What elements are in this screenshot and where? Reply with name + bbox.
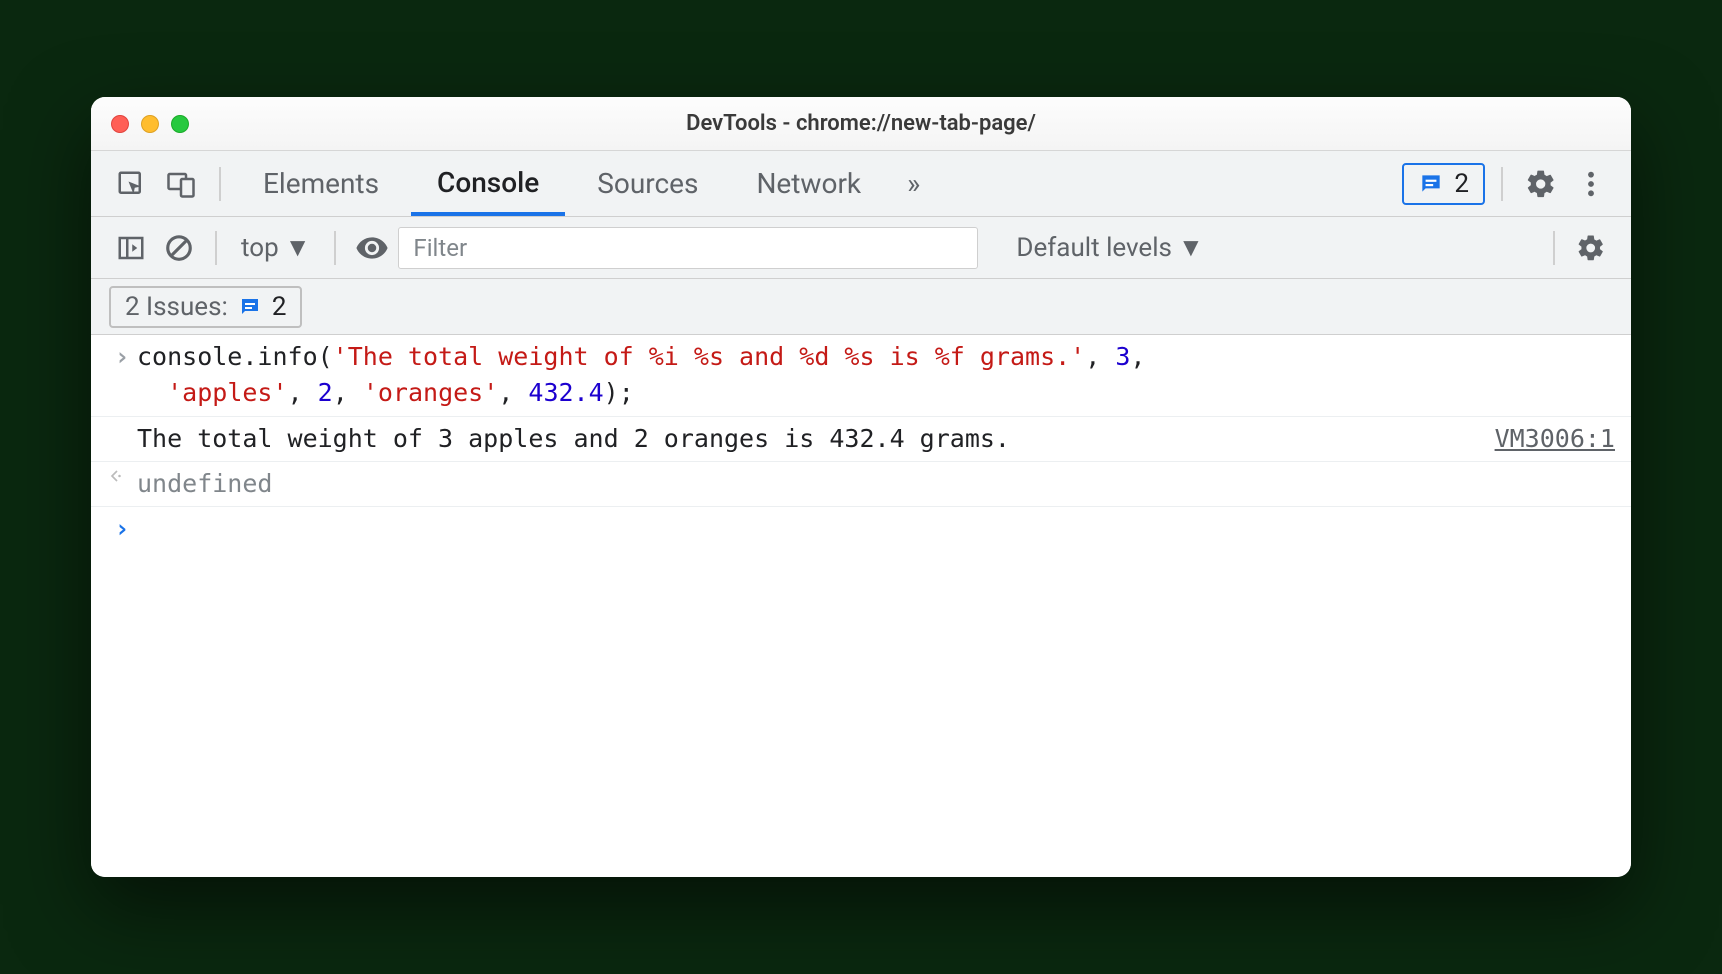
tabs-overflow-button[interactable]: » — [893, 153, 934, 215]
divider — [215, 231, 217, 265]
tab-elements[interactable]: Elements — [237, 153, 405, 215]
console-output: › console.info('The total weight of %i %… — [91, 335, 1631, 877]
toggle-sidebar-icon[interactable] — [109, 226, 153, 270]
divider — [334, 231, 336, 265]
issues-bar: 2 Issues: 2 — [91, 279, 1631, 335]
prompt-chevron-icon: › — [107, 511, 137, 547]
issues-summary[interactable]: 2 Issues: 2 — [109, 286, 302, 328]
execution-context-selector[interactable]: top ▼ — [231, 232, 320, 263]
levels-label: Default levels — [1016, 233, 1172, 263]
console-prompt[interactable]: › — [91, 507, 1631, 551]
settings-icon[interactable] — [1519, 162, 1563, 206]
issues-icon — [1418, 171, 1444, 197]
console-input-echo: › console.info('The total weight of %i %… — [91, 335, 1631, 417]
chevron-down-icon: ▼ — [1178, 232, 1204, 263]
return-arrow-icon — [107, 466, 137, 502]
divider — [219, 167, 221, 201]
console-settings-icon[interactable] — [1569, 226, 1613, 270]
zoom-window-button[interactable] — [171, 115, 189, 133]
close-window-button[interactable] — [111, 115, 129, 133]
return-value: undefined — [137, 466, 1615, 502]
console-toolbar: top ▼ Filter Default levels ▼ — [91, 217, 1631, 279]
filter-placeholder: Filter — [413, 234, 467, 262]
inspect-element-icon[interactable] — [109, 162, 153, 206]
issues-icon — [238, 295, 262, 319]
console-log-message: · The total weight of 3 apples and 2 ora… — [91, 417, 1631, 462]
divider — [1553, 231, 1555, 265]
devtools-window: DevTools - chrome://new-tab-page/ Elemen… — [91, 97, 1631, 877]
issues-counter[interactable]: 2 — [1402, 163, 1485, 205]
clear-console-icon[interactable] — [157, 226, 201, 270]
issues-label: 2 Issues: — [125, 292, 228, 322]
tab-network[interactable]: Network — [730, 153, 887, 215]
console-input-line[interactable] — [137, 511, 1615, 547]
input-chevron-icon: › — [107, 339, 137, 412]
console-input-code: console.info('The total weight of %i %s … — [137, 339, 1615, 412]
filter-input[interactable]: Filter — [398, 227, 978, 269]
window-title: DevTools - chrome://new-tab-page/ — [91, 111, 1631, 136]
issues-bar-count: 2 — [272, 292, 287, 322]
panel-tabs: Elements Console Sources Network » 2 — [91, 151, 1631, 217]
divider — [1501, 167, 1503, 201]
tab-console[interactable]: Console — [411, 154, 565, 216]
device-toolbar-icon[interactable] — [159, 162, 203, 206]
message-source-link[interactable]: VM3006:1 — [1475, 421, 1615, 457]
titlebar: DevTools - chrome://new-tab-page/ — [91, 97, 1631, 151]
window-controls — [111, 115, 189, 133]
chevron-down-icon: ▼ — [285, 232, 311, 263]
more-options-icon[interactable] — [1569, 162, 1613, 206]
issues-count-label: 2 — [1454, 169, 1469, 199]
live-expression-icon[interactable] — [350, 226, 394, 270]
tab-sources[interactable]: Sources — [571, 153, 724, 215]
log-levels-selector[interactable]: Default levels ▼ — [1006, 232, 1213, 263]
minimize-window-button[interactable] — [141, 115, 159, 133]
console-return-value: undefined — [91, 462, 1631, 507]
context-label: top — [241, 233, 279, 263]
log-text: The total weight of 3 apples and 2 orang… — [137, 421, 1475, 457]
